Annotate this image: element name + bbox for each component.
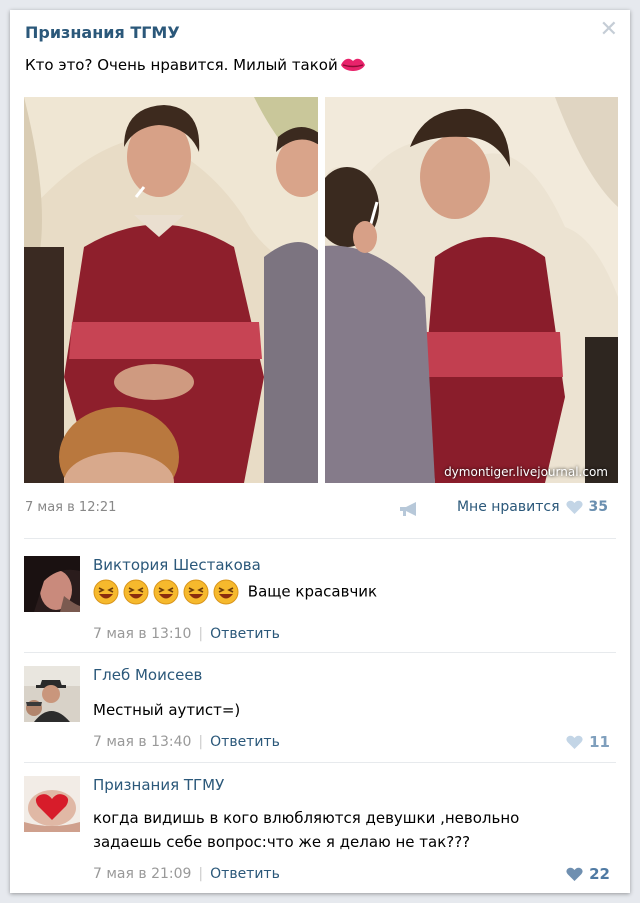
laughing-emoji-icon (93, 579, 248, 605)
divider (24, 538, 616, 539)
close-icon[interactable]: ✕ (600, 19, 618, 41)
post-like-button[interactable]: Мне нравится 35 (457, 499, 608, 515)
comment: Признания ТГМУ когда видишь в кого влюбл… (24, 776, 616, 886)
post-date[interactable]: 7 мая в 12:21 (25, 500, 116, 515)
reply-button[interactable]: Ответить (210, 734, 280, 750)
avatar[interactable] (24, 556, 80, 612)
comment-text: Местный аутист=) (93, 701, 241, 719)
comment-meta: 7 мая в 13:10 | Ответить (93, 626, 280, 642)
comment-date[interactable]: 7 мая в 21:09 (93, 866, 191, 882)
comment-text-content: Ваще красавчик (247, 582, 378, 601)
comment-author[interactable]: Признания ТГМУ (93, 776, 224, 794)
comment: Глеб Моисеев Местный аутист=) 7 мая в 13… (24, 666, 616, 756)
photo-1-image (24, 97, 318, 483)
heart-icon (566, 735, 583, 749)
comment-text: Ваще красавчик (93, 579, 377, 605)
heart-icon (566, 867, 583, 881)
avatar[interactable] (24, 776, 80, 832)
comment-like-button[interactable]: 11 (566, 733, 610, 751)
post-text: Кто это? Очень нравится. Милый такой (25, 55, 366, 75)
reply-button[interactable]: Ответить (210, 866, 280, 882)
comment: Виктория Шестакова Ваще красавчик 7 мая … (24, 556, 616, 646)
photo-2-image (325, 97, 618, 483)
lips-emoji-icon (340, 58, 365, 71)
post-text-content: Кто это? Очень нравится. Милый такой (25, 56, 338, 74)
reply-button[interactable]: Ответить (210, 626, 280, 642)
like-label: Мне нравится (456, 499, 560, 515)
like-count: 35 (588, 499, 608, 515)
avatar-image (24, 556, 80, 612)
photo-watermark: dymontiger.livejournal.com (444, 465, 608, 479)
post-photo-1[interactable] (24, 97, 318, 483)
comment-text-line: когда видишь в кого влюбляются девушки ,… (93, 809, 520, 827)
divider (24, 762, 616, 763)
like-count: 11 (589, 733, 610, 751)
divider (24, 652, 616, 653)
comment-author[interactable]: Виктория Шестакова (93, 556, 261, 574)
avatar-image (24, 666, 80, 722)
post-meta: 7 мая в 12:21 (25, 500, 122, 515)
comment-meta: 7 мая в 21:09 | Ответить (93, 866, 280, 882)
comment-author[interactable]: Глеб Моисеев (93, 666, 202, 684)
post-card: Признания ТГМУ ✕ Кто это? Очень нравится… (10, 10, 630, 893)
avatar[interactable] (24, 666, 80, 722)
like-count: 22 (589, 865, 610, 883)
comment-date[interactable]: 7 мая в 13:10 (93, 626, 191, 642)
post-author[interactable]: Признания ТГМУ (25, 23, 180, 42)
megaphone-icon[interactable] (398, 501, 420, 517)
comment-text-line: задаешь себе вопрос:что же я делаю не та… (93, 833, 471, 851)
comment-text: когда видишь в кого влюбляются девушки ,… (93, 806, 519, 854)
comment-meta: 7 мая в 13:40 | Ответить (93, 734, 280, 750)
post-photo-2[interactable]: dymontiger.livejournal.com (325, 97, 618, 483)
avatar-image (24, 776, 80, 832)
comment-date[interactable]: 7 мая в 13:40 (93, 734, 191, 750)
comment-like-button[interactable]: 22 (566, 865, 610, 883)
heart-icon (565, 500, 583, 514)
